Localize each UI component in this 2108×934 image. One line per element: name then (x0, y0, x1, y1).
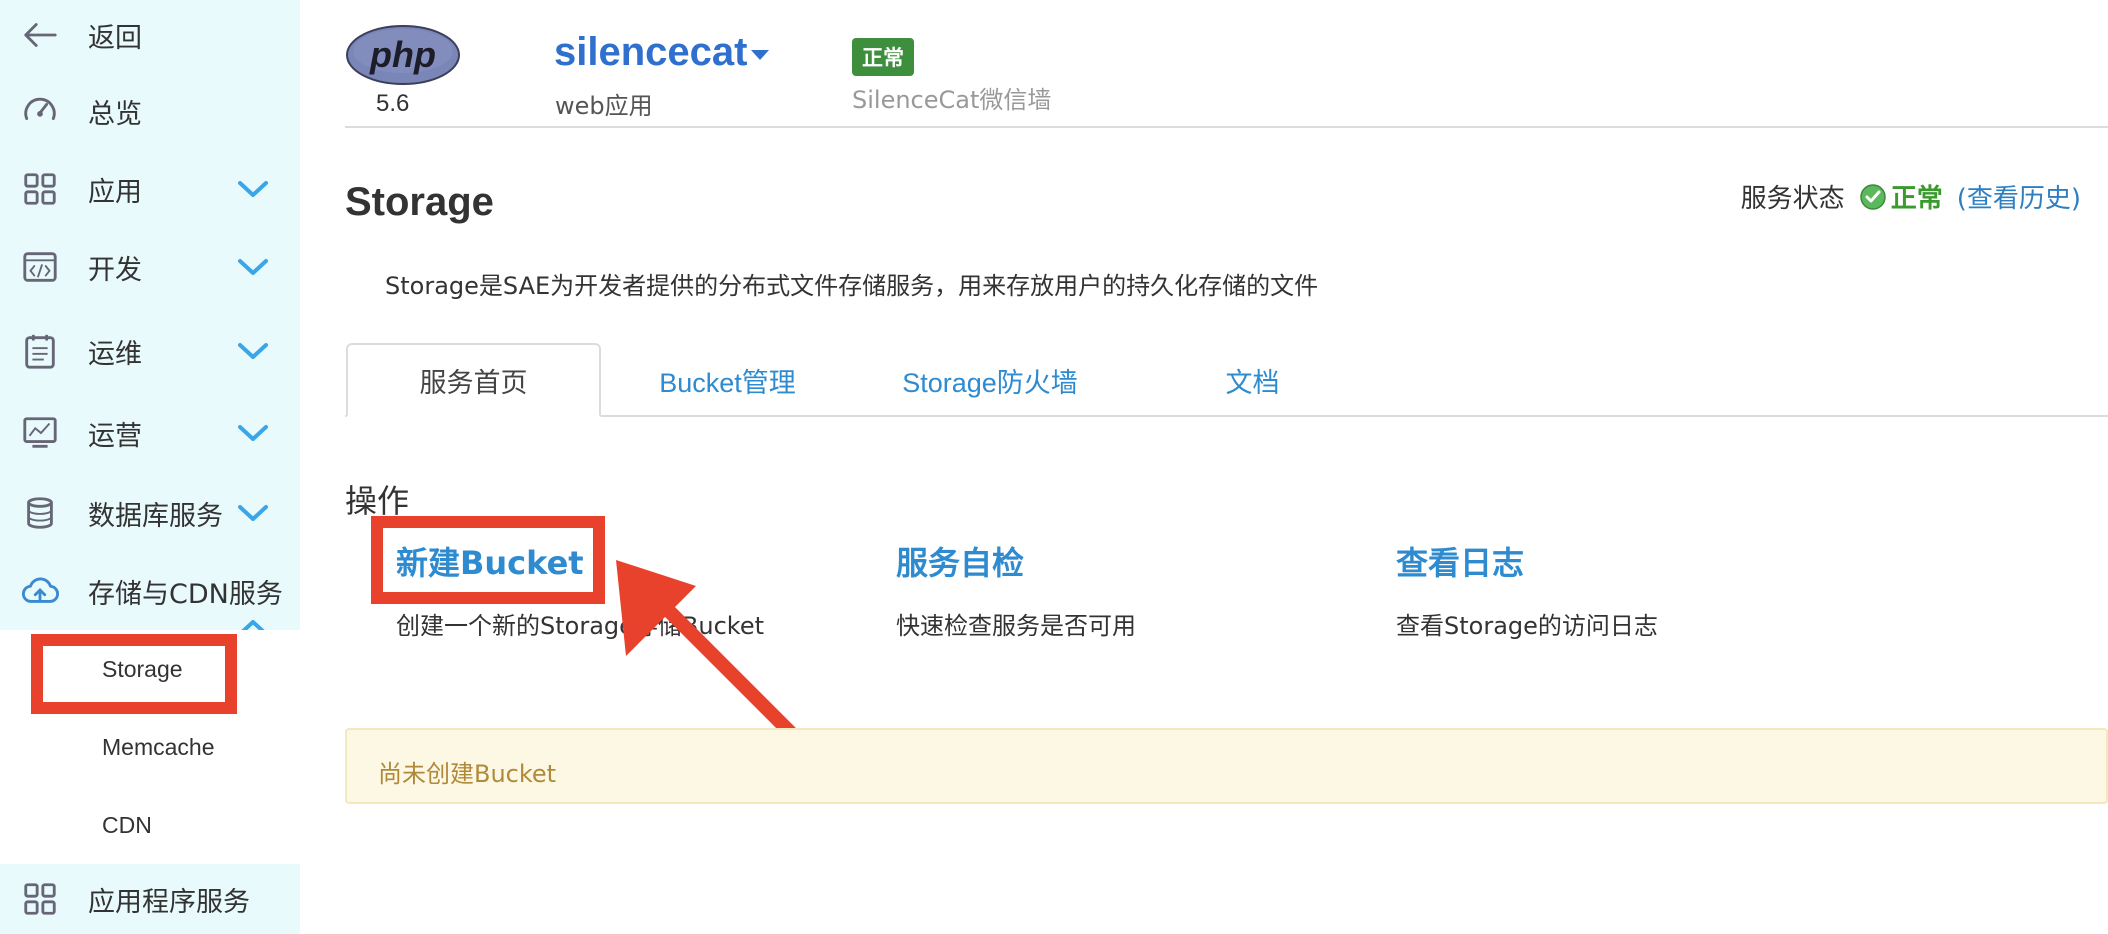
service-self-check-description: 快速检查服务是否可用 (896, 612, 1136, 640)
sidebar: 返回 总览 应用 开发 运维 运营 数据库服务 存储与CDN服务 Storage… (0, 0, 300, 934)
sidebar-item-label: 总览 (88, 98, 142, 130)
sidebar-item-back[interactable]: 返回 (0, 0, 300, 70)
sidebar-item-database[interactable]: 数据库服务 (0, 478, 300, 548)
sidebar-item-develop[interactable]: 开发 (0, 232, 300, 302)
sidebar-subitem-label: Memcache (102, 733, 215, 760)
sidebar-item-label: 数据库服务 (88, 500, 223, 532)
sidebar-item-label: 应用程序服务 (88, 886, 250, 918)
view-logs-description: 查看Storage的访问日志 (1396, 612, 1658, 640)
php-logo: php (345, 24, 461, 86)
sidebar-item-storage-cdn[interactable]: 存储与CDN服务 (0, 556, 300, 636)
tab-bucket-management[interactable]: Bucket管理 (610, 343, 845, 417)
sidebar-subitem-cdn[interactable]: CDN (0, 786, 300, 864)
php-logo-text: php (369, 34, 436, 75)
tab-docs[interactable]: 文档 (1170, 343, 1335, 417)
sidebar-item-ops[interactable]: 运维 (0, 316, 300, 386)
status-badge: 正常 (852, 38, 914, 76)
sidebar-item-label: 返回 (88, 22, 142, 54)
no-bucket-notice: 尚未创建Bucket (345, 728, 2108, 804)
service-status-label: 服务状态 (1740, 184, 1845, 214)
annotation-highlight-new-bucket (371, 516, 605, 604)
app-name-dropdown[interactable]: silencecat (554, 30, 770, 75)
sidebar-item-label: 运维 (88, 338, 142, 370)
chevron-down-icon[interactable] (236, 255, 270, 279)
cloud-upload-icon (20, 571, 60, 611)
header-divider (345, 126, 2108, 128)
sidebar-item-label: 开发 (88, 254, 142, 286)
service-status: 服务状态 正常 (查看历史) (1741, 178, 2081, 215)
dashboard-gauge-icon (20, 91, 60, 131)
sidebar-item-label: 存储与CDN服务 (88, 578, 283, 610)
app-type: web应用 (555, 92, 653, 120)
chevron-down-icon[interactable] (236, 339, 270, 363)
page-title: Storage (345, 180, 494, 224)
php-version: 5.6 (376, 90, 410, 117)
service-self-check-link[interactable]: 服务自检 (896, 538, 1024, 584)
tab-service-home[interactable]: 服务首页 (346, 343, 601, 417)
apps-grid-icon (20, 169, 60, 209)
back-arrow-icon (20, 15, 60, 55)
clipboard-icon (20, 331, 60, 371)
apps-grid-icon (20, 879, 60, 919)
annotation-highlight-storage (31, 634, 237, 714)
intro-text: Storage是SAE为开发者提供的分布式文件存储服务，用来存放用户的持久化存储… (385, 272, 1319, 300)
view-history-link[interactable]: (查看历史) (1957, 178, 2081, 215)
app-name: silencecat (554, 30, 748, 74)
sidebar-subitem-label: CDN (102, 811, 152, 838)
new-bucket-description: 创建一个新的Storage存储Bucket (396, 612, 764, 640)
view-logs-link[interactable]: 查看日志 (1396, 538, 1524, 584)
monitor-chart-icon (20, 413, 60, 453)
sidebar-item-label: 运营 (88, 420, 142, 452)
chevron-down-icon[interactable] (236, 421, 270, 445)
caret-down-icon (751, 49, 770, 60)
notice-text: 尚未创建Bucket (378, 760, 557, 788)
sidebar-item-label: 应用 (88, 176, 142, 208)
sidebar-item-apps[interactable]: 应用 (0, 154, 300, 224)
sidebar-item-app-services[interactable]: 应用程序服务 (0, 864, 300, 934)
service-status-value: 正常 (1890, 184, 1943, 214)
code-window-icon (20, 247, 60, 287)
chevron-down-icon[interactable] (236, 177, 270, 201)
check-circle-icon (1859, 183, 1887, 211)
chevron-down-icon[interactable] (236, 501, 270, 525)
tab-storage-firewall[interactable]: Storage防火墙 (870, 343, 1110, 417)
sidebar-item-overview[interactable]: 总览 (0, 76, 300, 146)
database-icon (20, 493, 60, 533)
app-description: SilenceCat微信墙 (852, 86, 1052, 114)
sidebar-item-operation[interactable]: 运营 (0, 398, 300, 468)
sidebar-subitem-memcache[interactable]: Memcache (0, 708, 300, 786)
